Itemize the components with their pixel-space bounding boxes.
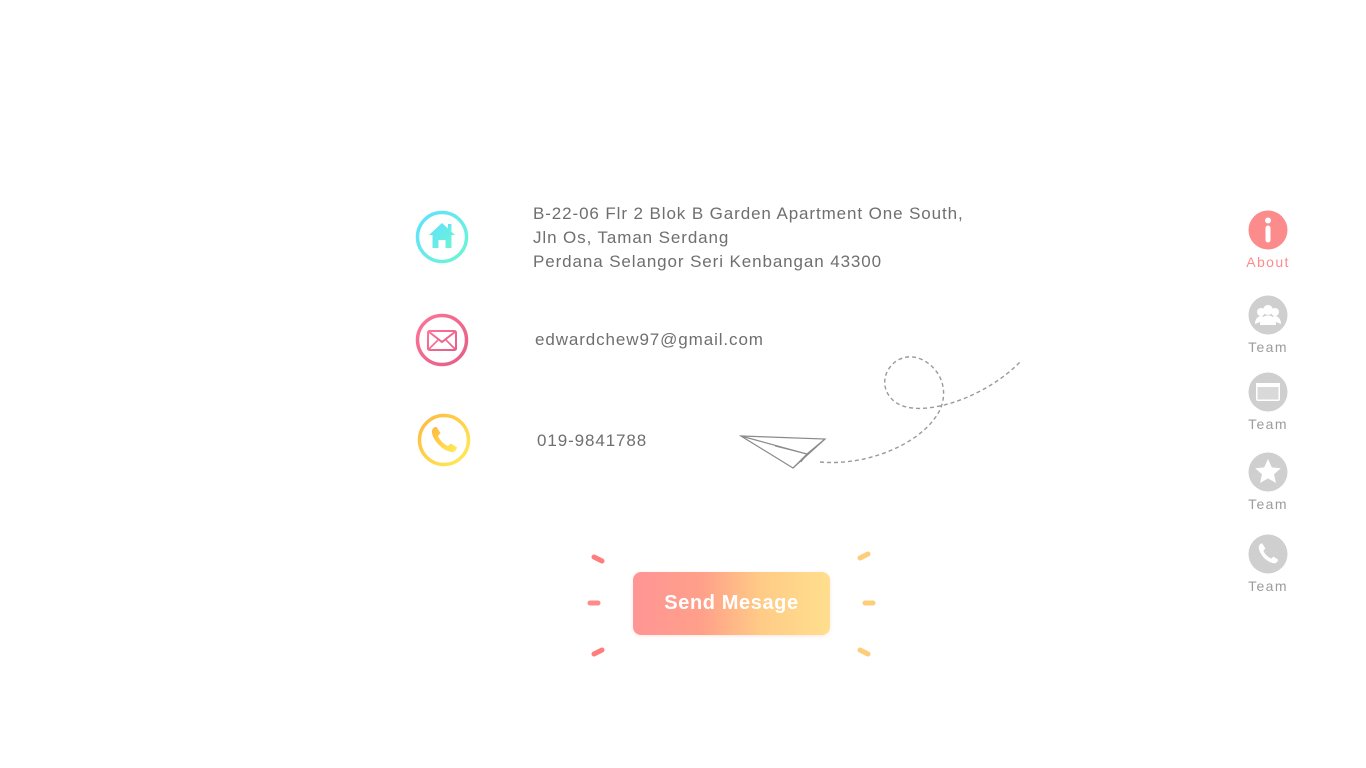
address-text: B-22-06 Flr 2 Blok B Garden Apartment On… — [533, 202, 964, 274]
nav-label-portfolio: Team — [1248, 416, 1288, 432]
envelope-icon — [415, 313, 469, 367]
nav-item-contact[interactable]: Team — [1230, 534, 1306, 594]
nav-item-about[interactable]: About — [1230, 210, 1306, 270]
email-text: edwardchew97@gmail.com — [535, 330, 764, 349]
info-icon — [1248, 210, 1288, 250]
send-message-button[interactable]: Send Mesage — [633, 572, 830, 635]
star-icon — [1248, 452, 1288, 492]
nav-item-skills[interactable]: Team — [1230, 452, 1306, 512]
team-icon — [1248, 295, 1288, 335]
nav-label-about: About — [1246, 254, 1290, 270]
nav-label-contact: Team — [1248, 578, 1288, 594]
paper-plane-icon — [738, 356, 1021, 469]
contact-page: B-22-06 Flr 2 Blok B Garden Apartment On… — [0, 0, 1366, 768]
home-icon — [415, 210, 469, 264]
folder-icon — [1248, 372, 1288, 412]
nav-label-team: Team — [1248, 339, 1288, 355]
phone-text: 019-9841788 — [537, 431, 648, 450]
phone-icon — [1248, 534, 1288, 574]
address-line-3: Perdana Selangor Seri Kenbangan 43300 — [533, 252, 882, 271]
nav-item-team[interactable]: Team — [1230, 295, 1306, 355]
address-line-2: Jln Os, Taman Serdang — [533, 228, 730, 247]
nav-label-skills: Team — [1248, 496, 1288, 512]
send-button-area: Send Mesage — [585, 550, 880, 662]
address-line-1: B-22-06 Flr 2 Blok B Garden Apartment On… — [533, 204, 964, 223]
nav-item-portfolio[interactable]: Team — [1230, 372, 1306, 432]
phone-icon — [417, 413, 471, 467]
